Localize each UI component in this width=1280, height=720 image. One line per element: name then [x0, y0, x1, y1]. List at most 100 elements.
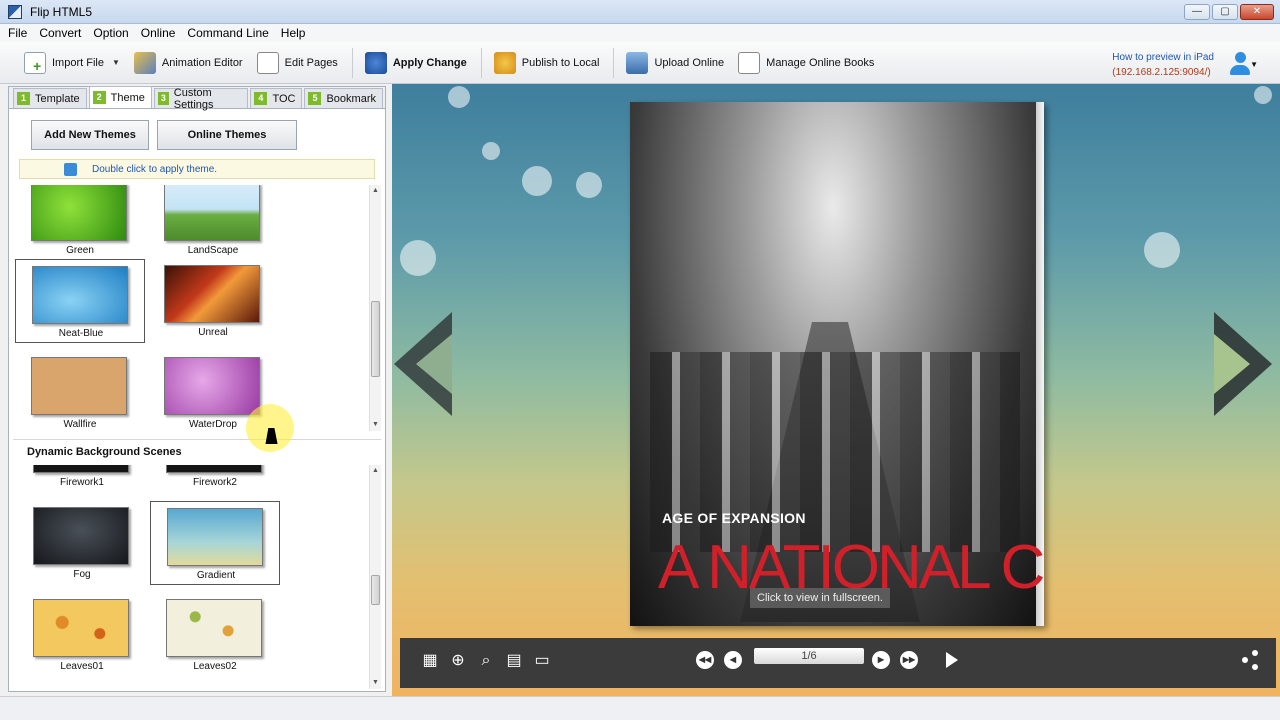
window-title: Flip HTML5 [30, 4, 93, 19]
scene-fog[interactable]: Fog [17, 501, 147, 585]
share-icon[interactable] [1242, 650, 1260, 670]
thumbnails-grid-icon[interactable]: ▦ [420, 651, 440, 671]
maximize-button[interactable]: ▢ [1212, 4, 1238, 20]
zoom-in-icon[interactable]: ⊕ [448, 651, 468, 671]
toolbar-separator [480, 47, 482, 78]
fullscreen-hint[interactable]: Click to view in fullscreen. [750, 588, 890, 608]
fullscreen-icon[interactable]: ▭ [532, 651, 552, 671]
import-dropdown-arrow-icon[interactable]: ▼ [112, 58, 120, 67]
scene-label: Gradient [196, 570, 236, 581]
menu-online[interactable]: Online [141, 26, 176, 40]
menu-help[interactable]: Help [281, 26, 306, 40]
close-button[interactable]: ✕ [1240, 4, 1274, 20]
bokeh-light [576, 172, 602, 198]
toolbar-separator [351, 47, 353, 78]
scene-firework1[interactable]: Firework1 [17, 465, 147, 493]
theme-wallfire[interactable]: Wallfire [15, 351, 145, 431]
scene-leaves02[interactable]: Leaves02 [150, 593, 280, 677]
edit-pages-button[interactable]: Edit Pages [251, 47, 344, 79]
scene-thumbnail [166, 465, 262, 473]
first-page-icon[interactable]: ◀◀ [696, 651, 714, 669]
theme-green[interactable]: Green [15, 185, 145, 261]
tab-custom-settings[interactable]: 3 Custom Settings [153, 87, 249, 111]
themes-scrollbar[interactable]: ▲ ▼ [369, 185, 381, 431]
theme-label: LandScape [187, 245, 239, 256]
ipad-preview-link[interactable]: How to preview in iPad [1112, 50, 1214, 65]
manage-online-button[interactable]: Manage Online Books [732, 47, 880, 79]
animation-editor-icon [133, 51, 156, 74]
tab-bookmark[interactable]: 5 Bookmark [304, 88, 383, 108]
publish-local-button[interactable]: Publish to Local [488, 47, 606, 79]
tab-label: TOC [272, 92, 296, 105]
import-file-icon [24, 51, 46, 74]
scene-firework2[interactable]: Firework2 [150, 465, 280, 493]
search-icon[interactable]: ⌕ [476, 651, 496, 671]
theme-landscape[interactable]: LandScape [148, 185, 278, 261]
book-cover[interactable]: AGE OF EXPANSION A NATIONAL C Click to v… [630, 102, 1044, 626]
tab-number: 5 [308, 92, 322, 105]
prev-page-icon[interactable]: ◀ [724, 651, 742, 669]
last-page-icon[interactable]: ▶▶ [900, 651, 918, 669]
publish-local-icon [493, 51, 516, 74]
menu-command-line[interactable]: Command Line [187, 26, 268, 40]
scene-label: Leaves01 [60, 661, 104, 672]
apply-change-button[interactable]: Apply Change [359, 47, 473, 79]
app-icon [8, 4, 22, 19]
scroll-up-icon[interactable]: ▲ [370, 185, 381, 197]
theme-thumbnail [164, 265, 260, 323]
toolbar-separator [613, 47, 615, 78]
manage-online-icon [738, 51, 761, 74]
next-page-icon[interactable]: ▶ [872, 651, 890, 669]
online-themes-button[interactable]: Online Themes [157, 120, 297, 150]
minimize-button[interactable]: — [1184, 4, 1210, 20]
user-dropdown-icon[interactable]: ▼ [1250, 60, 1258, 69]
scene-thumbnail [33, 507, 129, 565]
edit-pages-label: Edit Pages [284, 56, 338, 69]
tab-label: Bookmark [326, 92, 376, 105]
theme-label: Green [66, 245, 94, 256]
scene-gradient[interactable]: Gradient [150, 501, 280, 585]
theme-thumbnail [164, 357, 260, 415]
add-new-themes-button[interactable]: Add New Themes [31, 120, 149, 150]
scroll-down-icon[interactable]: ▼ [370, 677, 381, 689]
autoplay-icon[interactable] [946, 652, 958, 668]
upload-online-button[interactable]: Upload Online [620, 47, 730, 79]
print-icon[interactable]: ▤ [504, 651, 524, 671]
book-subtitle: AGE OF EXPANSION [662, 510, 806, 526]
page-number-field[interactable]: 1/6 [754, 648, 864, 664]
tab-theme[interactable]: 2 Theme [88, 86, 152, 108]
scroll-up-icon[interactable]: ▲ [370, 465, 381, 477]
apply-change-icon [364, 51, 387, 74]
book-preview: AGE OF EXPANSION A NATIONAL C Click to v… [392, 84, 1280, 696]
hint-bar: Double click to apply theme. [19, 159, 375, 179]
scroll-thumb[interactable] [371, 301, 380, 377]
theme-unreal[interactable]: Unreal [148, 259, 278, 343]
scene-thumbnail [33, 599, 129, 657]
menu-option[interactable]: Option [93, 26, 128, 40]
animation-editor-button[interactable]: Animation Editor [128, 47, 249, 79]
scene-label: Firework1 [60, 477, 104, 488]
menu-convert[interactable]: Convert [39, 26, 81, 40]
scroll-thumb[interactable] [371, 575, 380, 605]
publish-local-label: Publish to Local [521, 56, 600, 69]
tab-toc[interactable]: 4 TOC [250, 88, 303, 108]
user-icon[interactable] [1230, 52, 1252, 76]
scroll-down-icon[interactable]: ▼ [370, 419, 381, 431]
bokeh-light [522, 166, 552, 196]
ipad-ip-address: (192.168.2.125:9094/) [1112, 67, 1211, 78]
scene-leaves01[interactable]: Leaves01 [17, 593, 147, 677]
menu-file[interactable]: File [8, 26, 27, 40]
theme-thumbnail [31, 357, 127, 415]
scenes-scrollbar[interactable]: ▲ ▼ [369, 465, 381, 689]
theme-label: Unreal [198, 327, 228, 338]
theme-thumbnail [31, 185, 127, 241]
arrow-cutout [1214, 334, 1250, 394]
apply-change-label: Apply Change [392, 56, 467, 69]
import-file-button[interactable]: Import File ▼ [18, 47, 126, 79]
manage-online-label: Manage Online Books [766, 56, 875, 69]
scene-label: Firework2 [193, 477, 237, 488]
tab-template[interactable]: 1 Template [13, 88, 87, 108]
viewer-controls: ▦ ⊕ ⌕ ▤ ▭ ◀◀ ◀ 1/6 ▶ ▶▶ [400, 638, 1276, 688]
theme-thumbnail [164, 185, 260, 241]
theme-neat-blue[interactable]: Neat-Blue [15, 259, 145, 343]
